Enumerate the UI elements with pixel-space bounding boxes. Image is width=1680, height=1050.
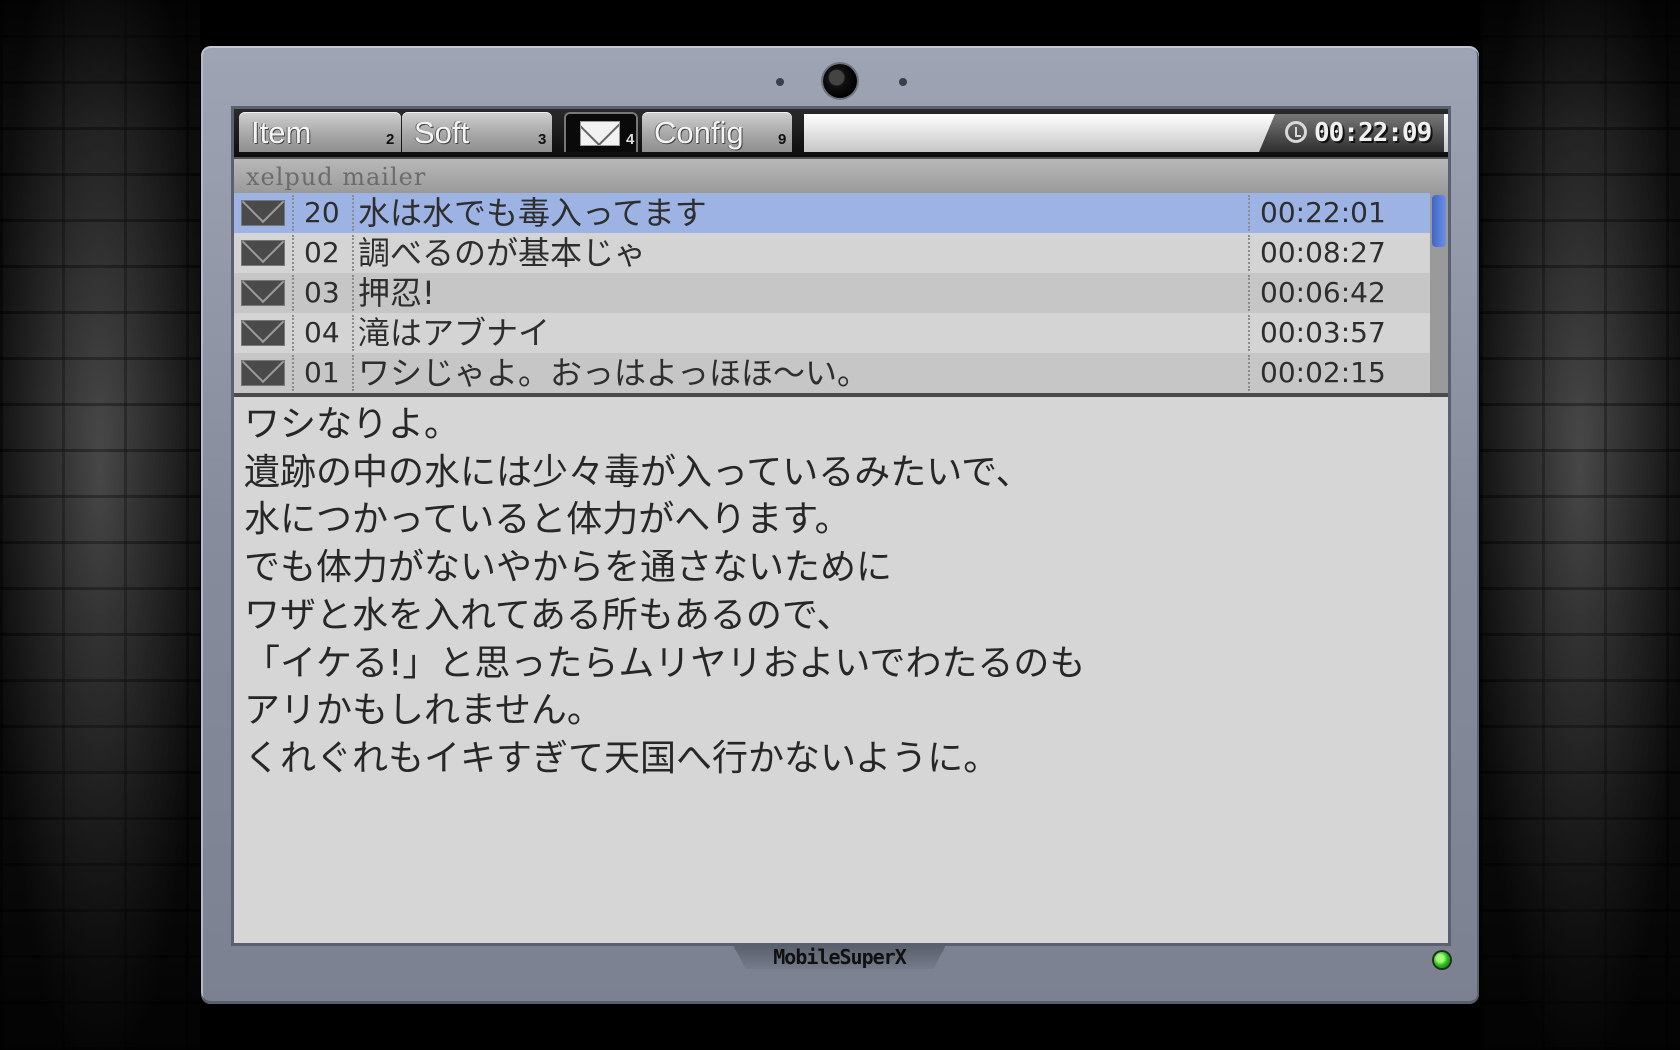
mail-list: 20 水は水でも毒入ってます 00:22:01 02 調べるのが基本じゃ 00:… (234, 193, 1430, 393)
mail-body-line: 水につかっていると体力がへります。 (244, 499, 851, 541)
mail-list-scroll-thumb[interactable] (1432, 195, 1446, 247)
tab-soft-number: 3 (538, 131, 547, 148)
envelope-icon (241, 360, 285, 386)
mail-subject: ワシじゃよ。おっはよっほほ〜い。 (352, 355, 869, 391)
tab-item[interactable]: Item 2 (239, 112, 401, 152)
tab-mail[interactable]: 4 (564, 112, 638, 152)
mail-number: 02 (292, 235, 352, 271)
background-ruins-right (1480, 0, 1680, 1050)
tab-soft[interactable]: Soft 3 (402, 112, 552, 152)
camera-dot-left (776, 78, 784, 86)
tab-item-number: 2 (386, 131, 395, 148)
mail-number: 04 (292, 315, 352, 351)
list-body-divider (234, 393, 1448, 397)
device-screen: Item 2 Soft 3 4 Config 9 00:22:09 xelpud… (231, 106, 1451, 946)
tab-config[interactable]: Config 9 (642, 112, 792, 152)
power-led-icon (1434, 952, 1450, 968)
mail-row[interactable]: 04 滝はアブナイ 00:03:57 (234, 313, 1430, 353)
tab-item-label: Item (251, 115, 312, 150)
mail-time: 00:03:57 (1248, 315, 1386, 351)
mail-body-line: 遺跡の中の水には少々毒が入っているみたいで、 (244, 451, 1032, 493)
clock-icon (1285, 121, 1307, 143)
mail-time: 00:02:15 (1248, 355, 1386, 391)
mail-row[interactable]: 20 水は水でも毒入ってます 00:22:01 (234, 193, 1430, 233)
envelope-icon (580, 121, 620, 146)
mail-list-scrollbar[interactable] (1430, 193, 1448, 393)
clock-time: 00:22:09 (1314, 118, 1432, 148)
mail-body-line: ワザと水を入れてある所もあるので、 (244, 594, 853, 636)
camera-dot-right (899, 78, 907, 86)
mail-time: 00:08:27 (1248, 235, 1386, 271)
mail-time: 00:06:42 (1248, 275, 1386, 311)
mail-subject: 滝はアブナイ (352, 315, 550, 351)
envelope-icon (241, 320, 285, 346)
mail-subject: 調べるのが基本じゃ (352, 235, 646, 271)
brand-plate: MobileSuperX (733, 945, 946, 969)
app-title: xelpud mailer (246, 163, 427, 191)
mail-subject: 水は水でも毒入ってます (352, 195, 707, 231)
mail-body-line: でも体力がないやからを通さないために (244, 547, 893, 589)
envelope-icon (241, 280, 285, 306)
envelope-icon (241, 200, 285, 226)
tab-soft-label: Soft (414, 115, 470, 150)
mail-body-line: くれぐれもイキすぎて天国へ行かないように。 (244, 737, 1000, 779)
mail-row[interactable]: 03 押忍! 00:06:42 (234, 273, 1430, 313)
mail-number: 20 (292, 195, 352, 231)
mail-time: 00:22:01 (1248, 195, 1386, 231)
mail-body: ワシなりよ。 遺跡の中の水には少々毒が入っているみたいで、 水につかっていると体… (244, 401, 1434, 783)
mail-subject: 押忍! (352, 275, 435, 311)
mail-body-line: アリかもしれません。 (244, 690, 603, 732)
background-ruins-left (0, 0, 200, 1050)
mail-body-line: ワシなりよ。 (244, 404, 461, 445)
mail-body-line: 「イケる!」と思ったらムリヤリおよいでわたるのも (244, 642, 1086, 684)
clock-display: 00:22:09 (1259, 114, 1444, 152)
tab-config-label: Config (654, 115, 744, 150)
tab-mail-number: 4 (626, 131, 635, 148)
tab-bar: Item 2 Soft 3 4 Config 9 00:22:09 (234, 109, 1448, 157)
tab-config-number: 9 (778, 131, 787, 148)
mail-row[interactable]: 02 調べるのが基本じゃ 00:08:27 (234, 233, 1430, 273)
mail-number: 01 (292, 355, 352, 391)
envelope-icon (241, 240, 285, 266)
brand-label: MobileSuperX (773, 945, 907, 969)
camera-lens-icon (823, 64, 857, 98)
mail-row[interactable]: 01 ワシじゃよ。おっはよっほほ〜い。 00:02:15 (234, 353, 1430, 393)
app-header: xelpud mailer (234, 157, 1448, 193)
mail-number: 03 (292, 275, 352, 311)
